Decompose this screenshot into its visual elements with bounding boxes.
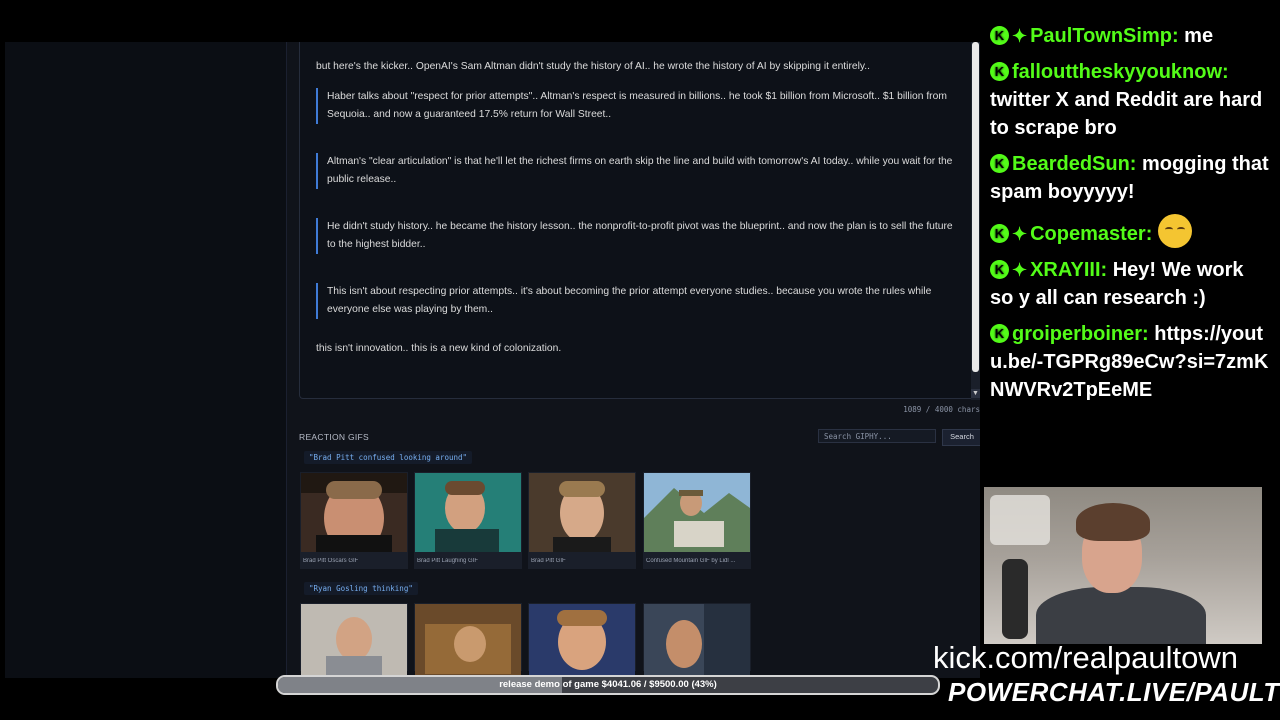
giphy-search-input[interactable]: Search GIPHY... <box>818 429 936 443</box>
gif-card[interactable] <box>300 603 408 678</box>
post-tail: this isn't innovation.. this is a new ki… <box>316 343 562 354</box>
gif-thumbnail <box>415 604 521 678</box>
gif-thumbnail <box>301 473 407 554</box>
powerchat-url: POWERCHAT.LIVE/PAULTOWN <box>948 677 1280 707</box>
webcam-feed <box>984 487 1262 644</box>
post-quote: Altman's "clear articulation" is that he… <box>316 153 958 189</box>
streamer-body <box>1036 587 1206 644</box>
diamond-badge-icon: ✦ <box>1012 26 1028 46</box>
gif-caption: Brad Pitt Oscars GIF <box>303 558 359 564</box>
kick-badge-icon: K <box>990 154 1009 173</box>
browser-viewport: but here's the kicker.. OpenAI's Sam Alt… <box>5 42 980 678</box>
gif-query-chip[interactable]: "Ryan Gosling thinking" <box>304 582 418 595</box>
post-scrollbar[interactable]: ▼ <box>971 42 980 400</box>
background-lamp <box>990 495 1050 545</box>
diamond-badge-icon: ✦ <box>1012 224 1028 244</box>
post-quote: Haber talks about "respect for prior att… <box>316 88 958 124</box>
reaction-gifs-label: REACTION GIFS <box>299 432 370 442</box>
chat-message: Kgroiperboiner: https://youtu.be/-TGPRg8… <box>990 320 1272 404</box>
chat-username: fallouttheskyyouknow: <box>1012 61 1229 83</box>
chat-text: twitter X and Reddit are hard to scrape … <box>990 89 1263 139</box>
gif-card[interactable] <box>643 603 751 678</box>
chat-message: K ✦ Copemaster: <box>990 214 1272 248</box>
scroll-down-arrow-icon[interactable]: ▼ <box>971 389 980 398</box>
post-text[interactable]: but here's the kicker.. OpenAI's Sam Alt… <box>300 42 974 358</box>
chat-message: K ✦ XRAYIII: Hey! We work so y all can res… <box>990 256 1272 312</box>
gif-card[interactable]: Brad Pitt Laughing GIF <box>414 472 522 569</box>
chat-username: groiperboiner: <box>1012 323 1149 345</box>
gif-caption: Confused Mountain GIF by Lidl ... <box>646 558 736 564</box>
post-draft-box[interactable]: but here's the kicker.. OpenAI's Sam Alt… <box>299 42 975 399</box>
kick-badge-icon: K <box>990 224 1009 243</box>
kick-badge-icon: K <box>990 260 1009 279</box>
left-sidebar <box>5 42 287 678</box>
gif-thumbnail <box>644 473 750 552</box>
kick-badge-icon: K <box>990 324 1009 343</box>
chat-text <box>1152 223 1158 245</box>
relieved-face-emoji-icon <box>1157 214 1192 248</box>
chat-username: PaulTownSimp: <box>1030 25 1179 47</box>
chat-message: Kfallouttheskyyouknow: twitter X and Red… <box>990 58 1272 142</box>
gif-thumbnail <box>415 473 521 552</box>
chat-text: me <box>1178 25 1214 47</box>
gif-caption: Brad Pitt GIF <box>531 558 566 564</box>
gif-card[interactable] <box>414 603 522 678</box>
post-quote: This isn't about respecting prior attemp… <box>316 283 958 319</box>
chat-message: K BeardedSun: mogging that spam boyyyyy! <box>990 150 1272 206</box>
giphy-search-button[interactable]: Search <box>942 429 980 446</box>
gif-card[interactable]: Brad Pitt GIF <box>528 472 636 569</box>
gif-caption: Brad Pitt Laughing GIF <box>417 558 479 564</box>
streamer-hair <box>1076 503 1150 541</box>
chat-message: K ✦ PaulTownSimp: me <box>990 22 1272 50</box>
microphone-icon <box>1002 559 1028 639</box>
gif-thumbnail <box>529 604 635 678</box>
donation-goal-bar: release demo of game $4041.06 / $9500.00… <box>276 675 940 695</box>
post-quote: He didn't study history.. he became the … <box>316 218 958 254</box>
kick-channel-url: kick.com/realpaultown <box>933 640 1238 675</box>
scrollbar-thumb[interactable] <box>972 42 979 372</box>
gif-thumbnail <box>644 604 750 678</box>
chat-overlay: K ✦ PaulTownSimp: me Kfallouttheskyyouknow… <box>990 22 1272 472</box>
gif-query-chip[interactable]: "Brad Pitt confused looking around" <box>304 451 473 464</box>
char-counter: 1089 / 4000 chars <box>903 405 980 414</box>
diamond-badge-icon: ✦ <box>1012 260 1028 280</box>
post-lead: but here's the kicker.. OpenAI's Sam Alt… <box>316 61 871 72</box>
gif-card[interactable]: Brad Pitt Oscars GIF <box>300 472 408 569</box>
gif-card[interactable] <box>528 603 636 678</box>
gif-thumbnail <box>529 473 635 552</box>
chat-username: XRAYIII: <box>1030 259 1108 281</box>
kick-badge-icon: K <box>990 26 1009 45</box>
chat-text: Hey! We work so y all can research :) <box>990 259 1244 309</box>
chat-username: Copemaster: <box>1030 223 1153 245</box>
gif-thumbnail <box>301 604 407 678</box>
gif-card[interactable]: Confused Mountain GIF by Lidl ... <box>643 472 751 569</box>
chat-username: BeardedSun: <box>1012 153 1137 175</box>
kick-badge-icon: K <box>990 62 1009 81</box>
donation-goal-text: release demo of game $4041.06 / $9500.00… <box>499 679 717 690</box>
